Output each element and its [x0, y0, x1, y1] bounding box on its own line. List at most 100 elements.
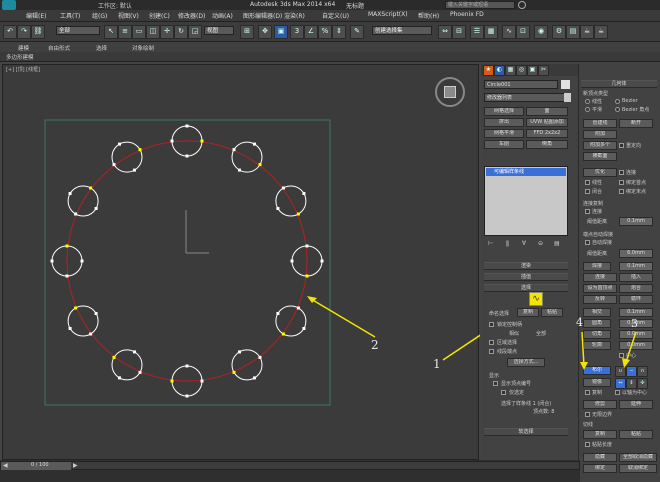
menu-create[interactable]: 创建(C) [149, 11, 170, 20]
menu-tools[interactable]: 工具(T) [60, 11, 80, 20]
render-production-icon[interactable]: ☕ [594, 25, 608, 39]
area-select-checkbox[interactable] [489, 340, 494, 345]
spline-vertex[interactable] [253, 376, 256, 380]
geometry-rollout-header[interactable]: 几何体 [581, 80, 657, 88]
hierarchy-tab-icon[interactable]: ▦ [505, 65, 516, 76]
next-frame-icon[interactable]: ▶ [73, 462, 78, 469]
spline-vertex[interactable] [238, 168, 241, 172]
lock-handles-checkbox[interactable] [489, 322, 494, 327]
spline-vertex[interactable] [281, 186, 285, 190]
create-line-button[interactable]: 创建线 [583, 119, 617, 128]
mirror-v-icon[interactable]: ⇕ [626, 378, 637, 389]
spinner-snap-icon[interactable]: ⇕ [332, 25, 346, 39]
bind-button[interactable]: 绑定 [583, 464, 617, 473]
spline-vertex[interactable] [74, 212, 78, 216]
render-setup-icon[interactable]: ⚙ [552, 25, 566, 39]
spline-vertex[interactable] [232, 370, 236, 374]
spline-vertex[interactable] [302, 192, 306, 195]
utilities-tab-icon[interactable]: ✂ [538, 65, 549, 76]
tab-modeling[interactable]: 建模 [18, 44, 29, 52]
spline-vertex[interactable] [133, 350, 136, 354]
mirror-copy-checkbox[interactable] [585, 390, 590, 395]
mirror-h-icon[interactable]: ⇔ [615, 378, 626, 389]
timeline[interactable]: 0 / 100 ◀ ▶ [0, 460, 580, 482]
spline-vertex[interactable] [302, 327, 306, 330]
tab-object-paint[interactable]: 对象绘制 [132, 44, 154, 52]
stack-item-editable-spline[interactable]: 可编辑样条线 [486, 168, 566, 176]
face-button[interactable]: 面 [526, 107, 568, 116]
vertex-type-smooth-radio[interactable] [585, 107, 590, 112]
percent-snap-icon[interactable]: % [318, 25, 332, 39]
menu-animation[interactable]: 动画(A) [212, 11, 233, 20]
segment-end-checkbox[interactable] [489, 349, 494, 354]
fillet-button[interactable]: 圆角 [583, 319, 611, 328]
only-selected-checkbox[interactable] [501, 390, 506, 395]
menu-help[interactable]: 帮助(H) [418, 11, 439, 20]
render-icon[interactable]: ☕ [580, 25, 594, 39]
about-pivot-checkbox[interactable] [615, 390, 620, 395]
connect-copy-checkbox[interactable] [585, 209, 590, 214]
modifier-list-select[interactable]: 修改器列表 [484, 93, 566, 102]
menu-graph-editors[interactable]: 图形编辑器(D) [243, 11, 282, 20]
mirror-button[interactable]: 镜像 [583, 378, 611, 387]
boolean-union-icon[interactable]: ∪ [615, 366, 626, 377]
spline-vertex[interactable] [94, 207, 98, 210]
rendered-frame-icon[interactable]: ▤ [566, 25, 580, 39]
spline-vertex[interactable] [290, 259, 294, 263]
menu-modifiers[interactable]: 修改器(D) [178, 11, 205, 20]
cross-insert-button[interactable]: 相交 [583, 308, 611, 317]
sub-object-vertex-icon[interactable]: ∿ [529, 292, 543, 306]
spline-vertex[interactable] [253, 142, 256, 146]
attach-multiple-button[interactable]: 附加多个 [583, 141, 617, 150]
modifier-stack[interactable]: 可编辑样条线 [484, 166, 568, 236]
rect-selection-icon[interactable]: ▭ [132, 25, 146, 39]
link-icon[interactable]: ⛓ [31, 25, 45, 39]
undo-icon[interactable]: ↶ [3, 25, 17, 39]
modify-tab-icon[interactable]: ◐ [494, 65, 505, 76]
spline-vertex[interactable] [232, 148, 236, 152]
outline-spinner[interactable]: 0.0mm [619, 341, 653, 350]
break-button[interactable]: 断开 [619, 119, 653, 128]
graphite-toggle-icon[interactable]: ▦ [484, 25, 498, 39]
scale-icon[interactable]: ◲ [188, 25, 202, 39]
track-bar[interactable] [0, 471, 580, 482]
menu-group[interactable]: 组(G) [92, 11, 107, 20]
paste-length-checkbox[interactable] [585, 442, 590, 447]
spline-vertex[interactable] [258, 355, 262, 359]
spline-vertex[interactable] [200, 379, 204, 383]
cross-section-button[interactable]: 横截面 [583, 152, 617, 161]
vertex-type-linear-radio[interactable] [585, 99, 590, 104]
menu-phoenix[interactable]: Phoenix FD [450, 11, 484, 18]
rollout-soft-selection[interactable]: 软选择 [484, 428, 568, 436]
make-first-button[interactable]: 设为首顶点 [583, 284, 617, 293]
spline-vertex[interactable] [89, 332, 93, 336]
refine-button[interactable]: 优化 [583, 168, 617, 177]
uvw-map-add-button[interactable]: UVW 贴图添加 [526, 118, 568, 127]
menu-maxscript[interactable]: MAXScript(X) [368, 11, 408, 18]
extrude-button[interactable]: 挤出 [484, 118, 524, 127]
vertex-type-bezier-corner-radio[interactable] [615, 107, 620, 112]
spline-vertex[interactable] [281, 332, 285, 336]
boolean-button[interactable]: 布尔 [583, 366, 611, 375]
app-logo-icon[interactable] [2, 0, 16, 10]
mirror-icon[interactable]: ⇔ [438, 25, 452, 39]
tangent-paste-button[interactable]: 粘贴 [619, 430, 653, 439]
time-slider[interactable]: 0 / 100 ◀ ▶ [0, 461, 580, 470]
spline-vertex[interactable] [80, 259, 84, 263]
bind-first-checkbox[interactable] [619, 180, 624, 185]
cycle-button[interactable]: 循环 [619, 295, 653, 304]
select-by-button[interactable]: 选择方式... [507, 358, 545, 367]
outline-button[interactable]: 轮廓 [583, 341, 611, 350]
spline-vertex[interactable] [296, 306, 300, 310]
schematic-view-icon[interactable]: ⊡ [516, 25, 530, 39]
curve-editor-icon[interactable]: ∿ [502, 25, 516, 39]
copy-selection-button[interactable]: 复制 [517, 308, 539, 317]
weld-spinner[interactable]: 0.1mm [619, 262, 653, 271]
prev-frame-icon[interactable]: ◀ [3, 462, 8, 469]
selection-filter-select[interactable]: 全部 [56, 26, 100, 35]
ffd-button[interactable]: FFD 2x2x2 [526, 129, 568, 138]
spline-vertex[interactable] [238, 350, 241, 354]
vertex-type-bezier-radio[interactable] [615, 99, 620, 104]
move-icon[interactable]: ✛ [160, 25, 174, 39]
ribbon-sub-label[interactable]: 多边形建模 [6, 53, 34, 61]
